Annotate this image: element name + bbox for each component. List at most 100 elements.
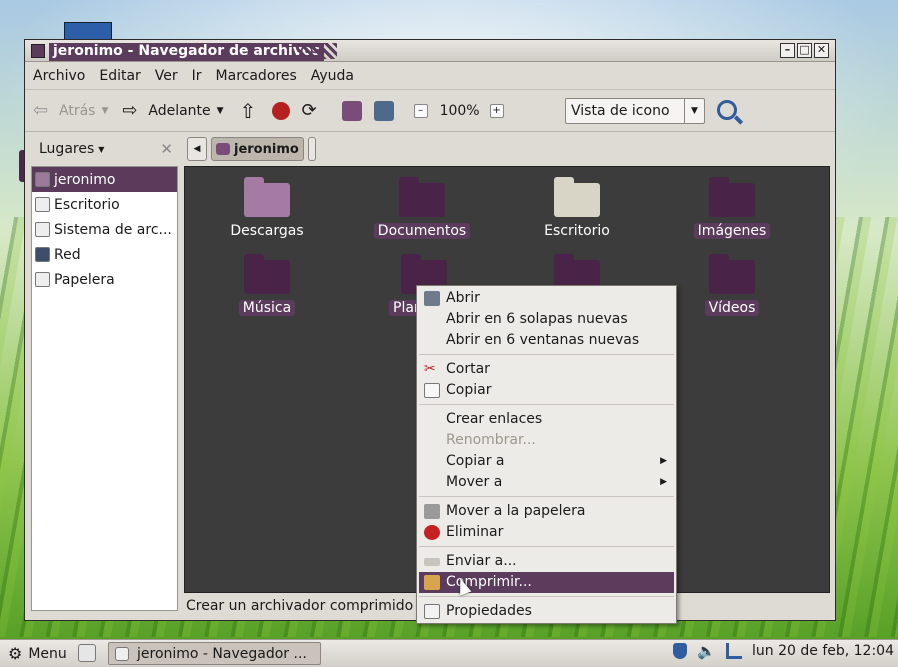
main-menu-button[interactable]: ⚙ Menu — [0, 644, 76, 663]
zoom-level: 100% — [439, 102, 480, 119]
window-title: jeronimo - Navegador de archivos — [49, 43, 324, 61]
menu-separator — [419, 496, 674, 497]
sidebar-item-red[interactable]: Red — [32, 242, 177, 267]
zoom-in-icon[interactable]: + — [489, 103, 504, 118]
volume-icon[interactable]: 🔈 — [697, 642, 716, 660]
menu-ver[interactable]: Ver — [155, 68, 178, 84]
path-scroll-left-button[interactable]: ◀ — [187, 137, 207, 161]
taskbar-window-button[interactable]: jeronimo - Navegador ... — [108, 642, 321, 665]
file-item[interactable]: Escritorio — [502, 177, 652, 239]
stop-icon[interactable] — [271, 101, 290, 120]
chevron-down-icon: ▼ — [98, 144, 105, 154]
menu-item-propiedades[interactable]: Propiedades — [417, 601, 676, 622]
file-item[interactable]: Música — [192, 254, 342, 316]
path-button-current[interactable]: jeronimo — [211, 137, 304, 161]
system-tray: 🔈 lun 20 de feb, 12:04 — [673, 642, 894, 660]
clock[interactable]: lun 20 de feb, 12:04 — [752, 643, 894, 659]
title-bar[interactable]: jeronimo - Navegador de archivos – □ ✕ — [25, 40, 835, 62]
menu-bar: Archivo Editar Ver Ir Marcadores Ayuda — [25, 62, 835, 90]
open-icon — [424, 291, 440, 306]
menu-item-copiar[interactable]: Copiar — [417, 380, 676, 401]
maximize-button[interactable]: □ — [797, 43, 812, 58]
desktop-icon — [35, 197, 50, 212]
window-icon — [115, 646, 129, 661]
sidebar-item-filesystem[interactable]: Sistema de arc... — [32, 217, 177, 242]
folder-icon — [244, 177, 290, 217]
toolbar: ⇦ Atrás ▼ ⇨ Adelante ▼ ⇧ ⟳ – 100% + Vist… — [25, 90, 835, 132]
menu-item-abrir[interactable]: Abrir — [417, 288, 676, 309]
file-item[interactable]: Documentos — [347, 177, 497, 239]
menu-item-renombrar[interactable]: Renombrar... — [417, 430, 676, 451]
menu-ayuda[interactable]: Ayuda — [311, 68, 354, 84]
minimize-button[interactable]: – — [780, 43, 795, 58]
trash-icon — [424, 504, 440, 519]
file-item[interactable]: Imágenes — [657, 177, 807, 239]
places-sidebar: jeronimo Escritorio Sistema de arc... Re… — [31, 166, 178, 611]
folder-icon — [709, 254, 755, 294]
network-icon[interactable] — [726, 643, 743, 659]
delete-icon — [424, 525, 440, 540]
menu-item-mover-a[interactable]: Mover a ▶ — [417, 472, 676, 493]
folder-icon — [244, 254, 290, 294]
sidebar-item-escritorio[interactable]: Escritorio — [32, 192, 177, 217]
menu-archivo[interactable]: Archivo — [33, 68, 85, 84]
show-desktop-icon[interactable] — [78, 644, 96, 662]
zoom-out-icon[interactable]: – — [413, 103, 428, 118]
drive-icon — [35, 222, 50, 237]
network-icon — [35, 247, 50, 262]
back-dropdown-icon[interactable]: ▼ — [101, 106, 108, 116]
menu-item-abrir-ventanas[interactable]: Abrir en 6 ventanas nuevas — [417, 330, 676, 351]
title-decoration — [297, 43, 337, 59]
send-icon — [424, 558, 440, 566]
chevron-down-icon: ▼ — [684, 99, 704, 123]
archive-icon — [424, 575, 440, 590]
taskbar: ⚙ Menu jeronimo - Navegador ... 🔈 lun 20… — [0, 639, 898, 667]
menu-separator — [419, 404, 674, 405]
close-sidebar-icon[interactable]: ✕ — [160, 140, 173, 158]
sidebar-item-papelera[interactable]: Papelera — [32, 267, 177, 292]
computer-icon[interactable] — [373, 100, 394, 121]
menu-item-copiar-a[interactable]: Copiar a ▶ — [417, 451, 676, 472]
back-button[interactable]: ⇦ Atrás ▼ — [33, 100, 108, 121]
menu-item-abrir-solapas[interactable]: Abrir en 6 solapas nuevas — [417, 309, 676, 330]
menu-item-crear-enlaces[interactable]: Crear enlaces — [417, 409, 676, 430]
submenu-arrow-icon: ▶ — [660, 477, 667, 487]
menu-separator — [419, 546, 674, 547]
home-folder-icon — [216, 143, 230, 155]
menu-item-cortar[interactable]: ✂ Cortar — [417, 359, 676, 380]
search-icon[interactable] — [717, 100, 737, 120]
places-selector[interactable]: Lugares ▼ ✕ — [31, 136, 177, 162]
menu-separator — [419, 596, 674, 597]
home-icon[interactable] — [341, 100, 362, 121]
folder-icon — [709, 177, 755, 217]
menu-marcadores[interactable]: Marcadores — [216, 68, 297, 84]
file-item[interactable]: Descargas — [192, 177, 342, 239]
submenu-arrow-icon: ▶ — [660, 456, 667, 466]
path-bar: ◀ jeronimo — [187, 136, 316, 162]
up-arrow-icon[interactable]: ⇧ — [240, 101, 260, 121]
close-button[interactable]: ✕ — [814, 43, 829, 58]
menu-editar[interactable]: Editar — [99, 68, 140, 84]
forward-arrow-icon: ⇨ — [122, 99, 138, 121]
trash-icon — [35, 272, 50, 287]
menu-separator — [419, 354, 674, 355]
properties-icon — [424, 604, 440, 619]
gear-icon: ⚙ — [8, 644, 23, 663]
menu-item-eliminar[interactable]: Eliminar — [417, 522, 676, 543]
forward-dropdown-icon[interactable]: ▼ — [217, 106, 224, 116]
shield-icon[interactable] — [673, 643, 688, 659]
scissors-icon: ✂ — [424, 361, 436, 377]
window-app-icon[interactable] — [31, 44, 45, 58]
reload-icon[interactable]: ⟳ — [302, 100, 322, 121]
sidebar-item-jeronimo[interactable]: jeronimo — [32, 167, 177, 192]
menu-item-mover-papelera[interactable]: Mover a la papelera — [417, 501, 676, 522]
forward-button[interactable]: ⇨ Adelante ▼ — [122, 99, 224, 121]
view-mode-select[interactable]: Vista de icono ▼ — [565, 98, 705, 124]
menu-ir[interactable]: Ir — [192, 68, 202, 84]
desktop-folder-icon — [554, 177, 600, 217]
file-item[interactable]: Vídeos — [657, 254, 807, 316]
copy-icon — [424, 383, 440, 398]
context-menu: Abrir Abrir en 6 solapas nuevas Abrir en… — [416, 285, 677, 624]
menu-item-enviar-a[interactable]: Enviar a... — [417, 551, 676, 572]
path-scroll-right-button[interactable] — [307, 137, 316, 161]
